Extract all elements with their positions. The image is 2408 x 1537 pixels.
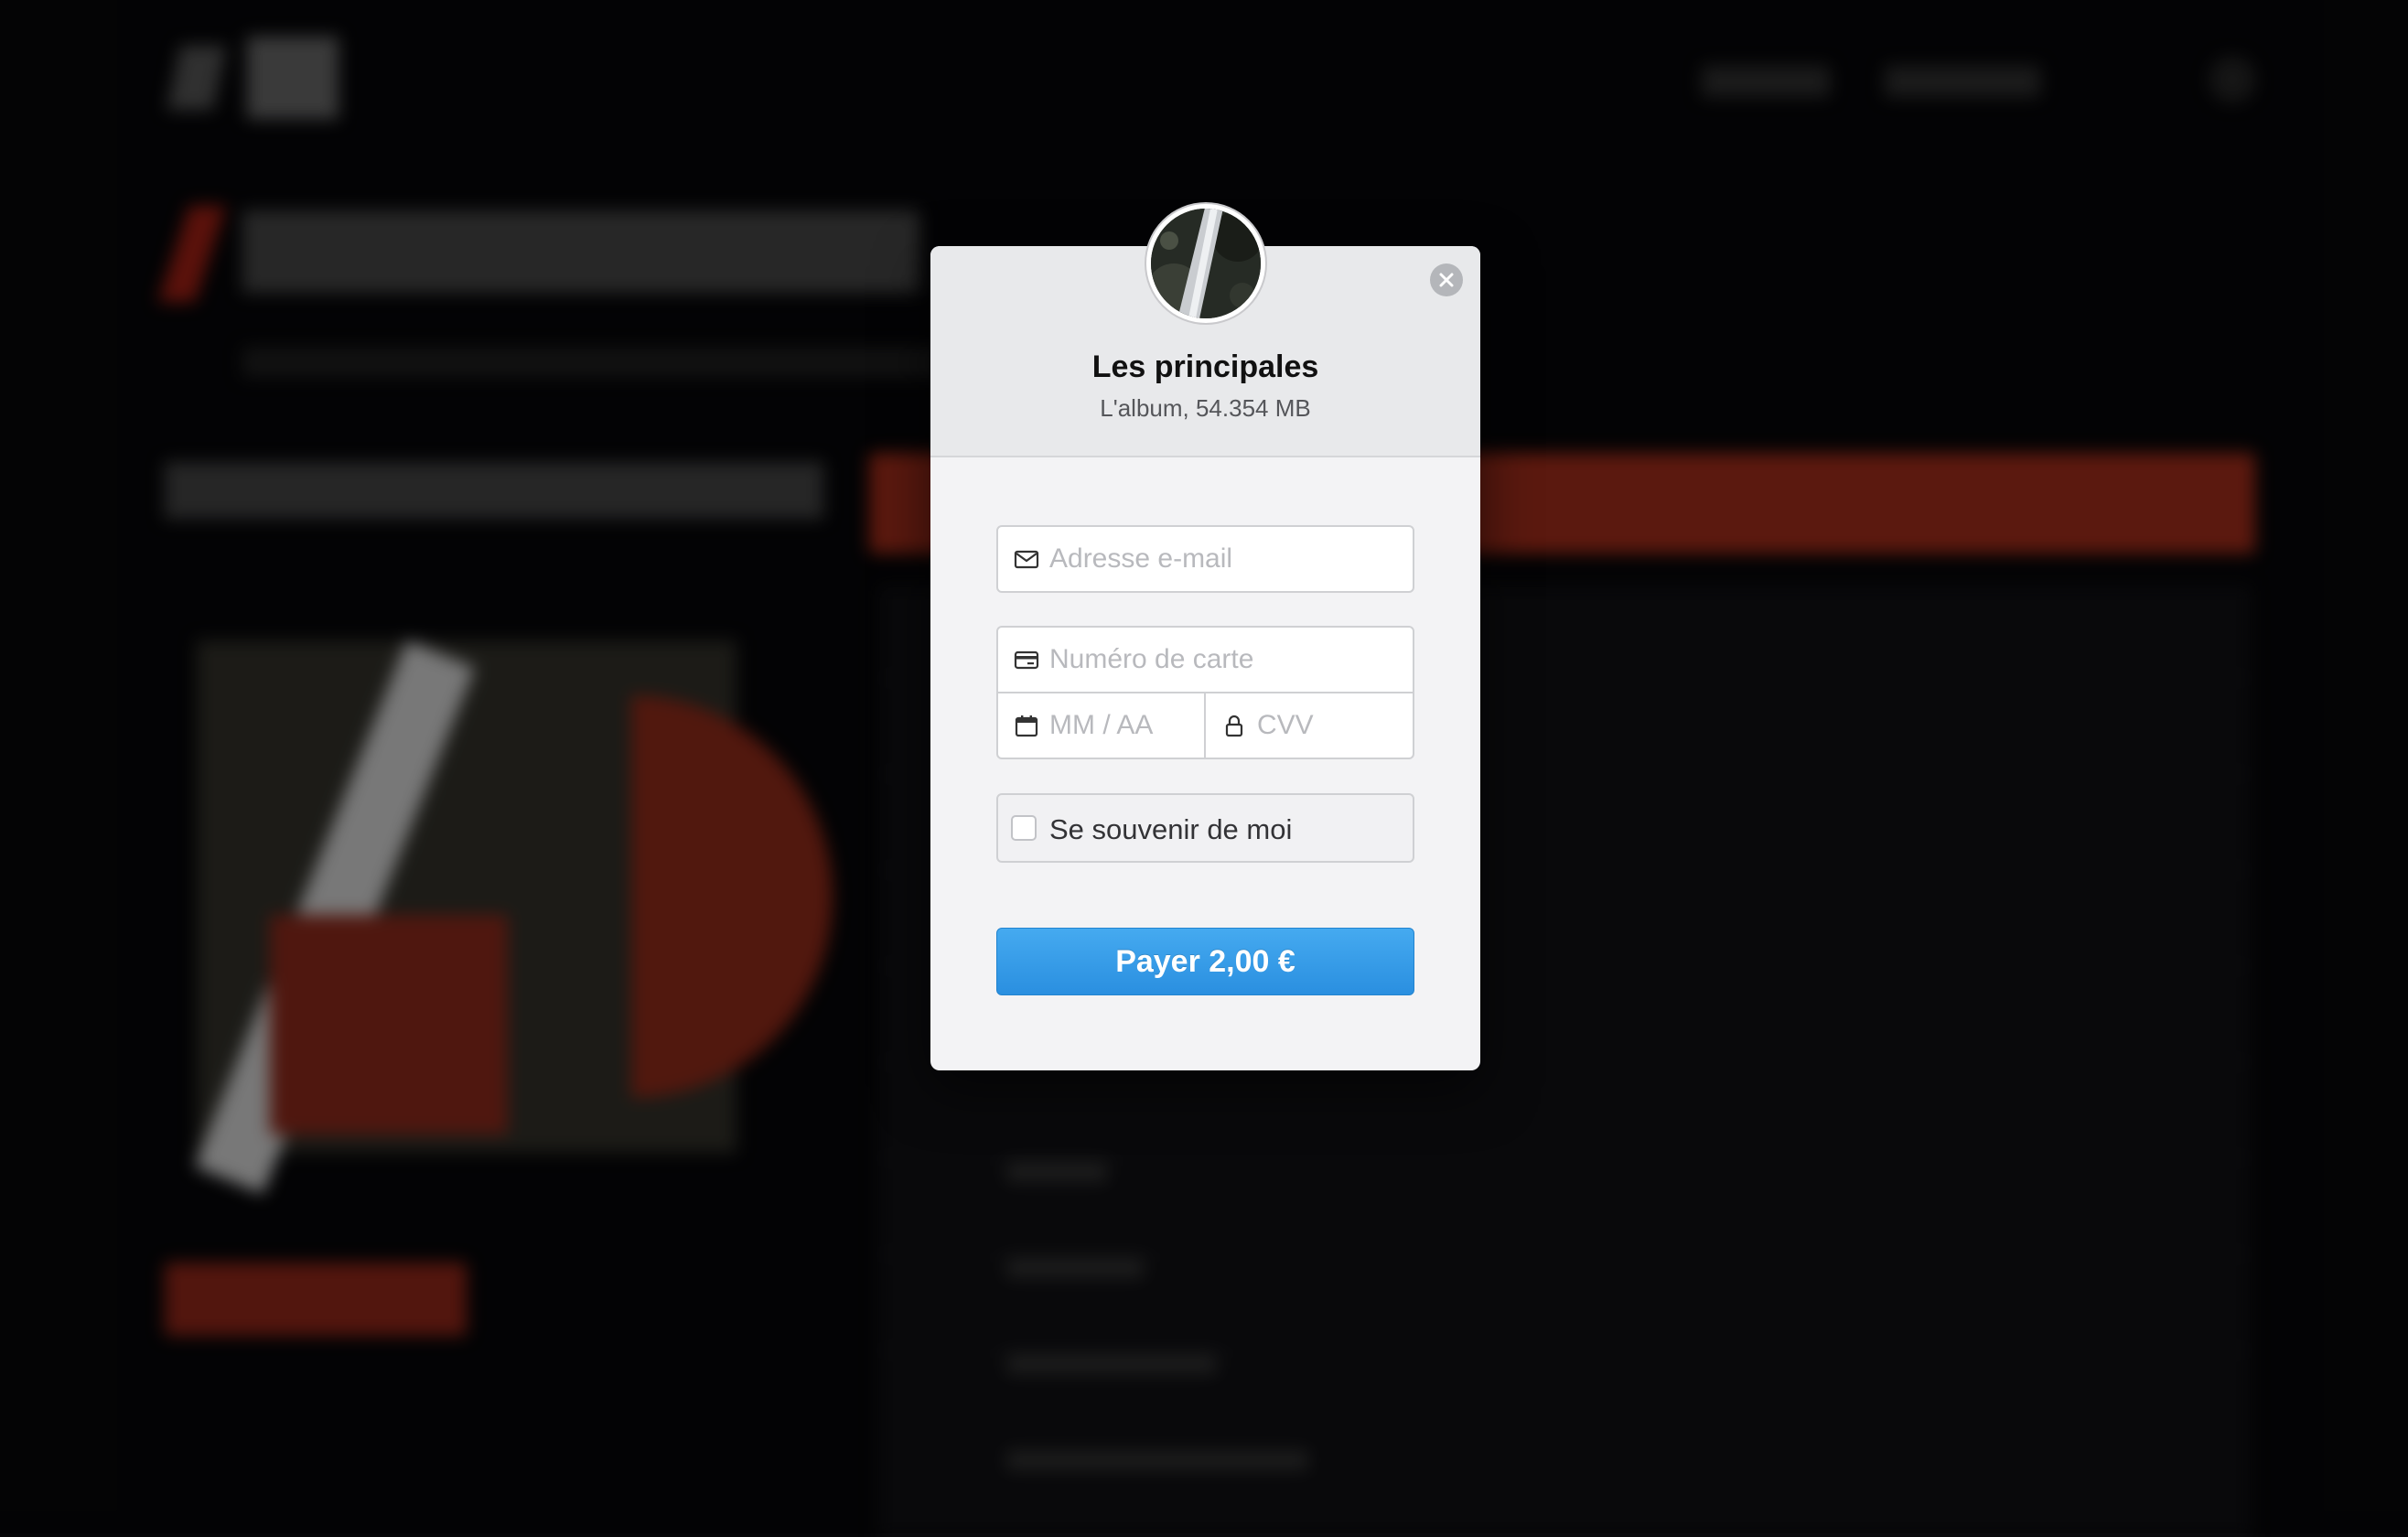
email-input[interactable]: [1049, 527, 1403, 591]
cvv-input[interactable]: [1257, 693, 1403, 758]
expiry-input[interactable]: [1049, 693, 1195, 758]
lock-icon: [1225, 715, 1243, 737]
pay-button[interactable]: Payer 2,00 €: [996, 928, 1414, 995]
modal-subtitle: L'album, 54.354 MB: [1100, 394, 1311, 422]
close-icon: [1439, 273, 1454, 287]
remember-me-label: Se souvenir de moi: [1049, 813, 1293, 845]
payment-modal: Les principales L'album, 54.354 MB Adres…: [930, 204, 1480, 1070]
modal-header: Les principales L'album, 54.354 MB: [930, 204, 1480, 457]
close-button[interactable]: [1430, 263, 1463, 296]
remember-me-toggle[interactable]: Se souvenir de moi: [996, 793, 1414, 863]
modal-title: Les principales: [1091, 349, 1319, 384]
card-number-input[interactable]: [1049, 628, 1403, 692]
cvv-field[interactable]: [1204, 692, 1414, 759]
album-avatar: [1146, 204, 1265, 323]
email-field[interactable]: [996, 525, 1414, 593]
credit-card-icon: [1014, 650, 1039, 670]
remember-me-checkbox[interactable]: [1011, 815, 1037, 841]
calendar-icon: [1015, 715, 1038, 737]
card-number-field[interactable]: [996, 626, 1414, 693]
envelope-icon: [1014, 550, 1039, 569]
expiry-field[interactable]: [996, 692, 1206, 759]
